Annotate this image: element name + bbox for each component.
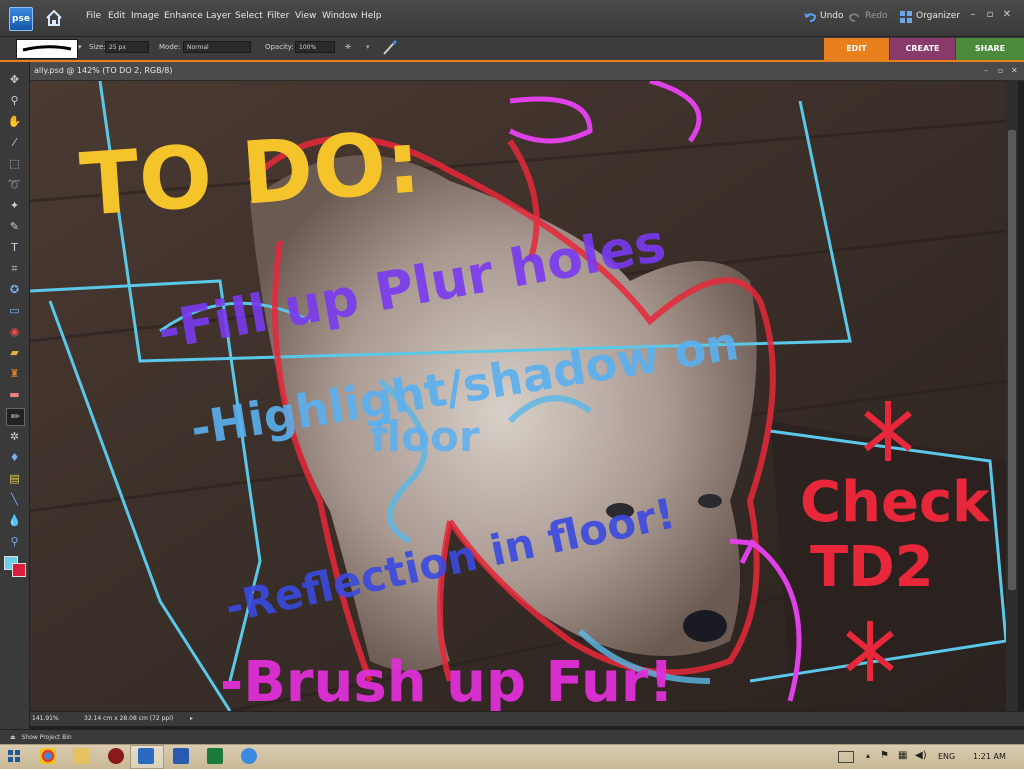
size-label: Size: [89, 43, 106, 51]
doc-minimize-icon[interactable]: – [984, 66, 988, 75]
airbrush-icon[interactable]: ⚹ [345, 41, 351, 52]
word-icon[interactable] [173, 748, 189, 764]
brush-preset-picker[interactable] [16, 39, 78, 59]
menu-file[interactable]: File [86, 11, 101, 21]
dropdown-icon[interactable]: ▾ [366, 43, 370, 51]
crop-tool-icon[interactable]: ⌗ [6, 261, 23, 277]
zoom-tool-icon[interactable]: ⚲ [6, 93, 23, 109]
volume-icon[interactable]: ◀) [915, 750, 927, 761]
photoshop-elements-icon[interactable] [138, 748, 154, 764]
keyboard-icon[interactable] [838, 751, 854, 763]
tray-expand-icon[interactable]: ▴ [866, 751, 870, 760]
project-bin-toggle-icon[interactable]: ⏏ [10, 734, 16, 741]
doc-restore-icon[interactable]: ▫ [998, 66, 1003, 75]
network-icon[interactable]: ▦ [898, 750, 907, 761]
brush-tool-icon[interactable]: ✏ [6, 408, 25, 426]
quick-selection-tool-icon[interactable]: ✎ [6, 219, 23, 235]
start-icon[interactable] [8, 750, 20, 762]
doc-close-icon[interactable]: ✕ [1011, 66, 1018, 75]
eyedropper-tool-icon[interactable]: ⁄ [6, 135, 23, 151]
mode-select[interactable]: Normal [183, 41, 251, 53]
undo-button[interactable]: Undo [820, 11, 844, 21]
clone-stamp-tool-icon[interactable]: ♜ [6, 366, 23, 382]
document-title-bar: ally.psd @ 142% (TO DO 2, RGB/8) [30, 62, 1024, 81]
blur-tool-icon[interactable]: 💧 [6, 513, 23, 529]
chrome-icon[interactable] [40, 748, 56, 764]
tab-share[interactable]: SHARE [956, 38, 1024, 60]
close-icon[interactable]: ✕ [1000, 9, 1014, 20]
canvas-note-line3: floor [370, 412, 480, 461]
redo-button[interactable]: Redo [865, 11, 888, 21]
clock[interactable]: 1:21 AM [973, 752, 1006, 761]
organizer-button[interactable]: Organizer [916, 11, 960, 21]
canvas-note-line5: -Brush up Fur! [220, 650, 674, 711]
red-eye-tool-icon[interactable]: ◉ [6, 324, 23, 340]
eraser-tool-icon[interactable]: ▬ [6, 387, 23, 403]
menu-view[interactable]: View [295, 11, 316, 21]
paint-bucket-tool-icon[interactable]: ♦ [6, 450, 23, 466]
home-icon[interactable] [44, 8, 64, 28]
image-canvas[interactable]: TO DO: -Fill up Plur holes -Highlight/sh… [30, 81, 1006, 711]
smart-brush-tool-icon[interactable]: ✲ [6, 429, 23, 445]
menu-filter[interactable]: Filter [267, 11, 289, 21]
mode-label: Mode: [159, 43, 181, 51]
file-explorer-icon[interactable] [73, 748, 89, 764]
show-project-bin-button[interactable]: Show Project Bin [22, 734, 72, 741]
size-field[interactable]: 25 px [105, 41, 149, 53]
menu-help[interactable]: Help [361, 11, 382, 21]
status-menu-arrow-icon[interactable]: ▸ [190, 712, 193, 726]
document-title: ally.psd @ 142% (TO DO 2, RGB/8) [34, 66, 173, 75]
restore-icon[interactable]: ▫ [983, 9, 997, 20]
gradient-tool-icon[interactable]: ▤ [6, 471, 23, 487]
organizer-icon[interactable] [899, 10, 913, 24]
minimize-icon[interactable]: – [966, 9, 980, 20]
opacity-field[interactable]: 100% [295, 41, 335, 53]
menu-enhance[interactable]: Enhance [164, 11, 203, 21]
brush-dropdown-icon[interactable]: ▾ [78, 43, 82, 51]
project-bin-bar: ⏏ Show Project Bin [0, 729, 1024, 745]
canvas-td2-text: TD2 [810, 535, 934, 600]
cookie-cutter-tool-icon[interactable]: ✪ [6, 282, 23, 298]
marquee-tool-icon[interactable]: ⬚ [6, 156, 23, 172]
canvas-check-text: Check [800, 470, 991, 535]
app-blue-icon[interactable] [241, 748, 257, 764]
status-bar: 141.91% 32.14 cm x 28.08 cm (72 ppi) ▸ [30, 711, 1024, 726]
move-tool-icon[interactable]: ✥ [6, 72, 23, 88]
menu-layer[interactable]: Layer [206, 11, 231, 21]
straighten-tool-icon[interactable]: ▭ [6, 303, 23, 319]
language-indicator[interactable]: ENG [938, 752, 955, 761]
magic-wand-tool-icon[interactable]: ✦ [6, 198, 23, 214]
lasso-tool-icon[interactable]: ➰ [6, 177, 23, 193]
hand-tool-icon[interactable]: ✋ [6, 114, 23, 130]
app-logo[interactable]: pse [9, 7, 33, 31]
app-red-icon[interactable] [108, 748, 124, 764]
healing-brush-tool-icon[interactable]: ▰ [6, 345, 23, 361]
tab-edit[interactable]: EDIT [824, 38, 889, 60]
canvas-artwork: TO DO: -Fill up Plur holes -Highlight/sh… [30, 81, 1006, 711]
menu-edit[interactable]: Edit [108, 11, 125, 21]
sponge-tool-icon[interactable]: ⚲ [6, 534, 23, 550]
menu-image[interactable]: Image [131, 11, 159, 21]
flag-icon[interactable]: ⚑ [880, 750, 889, 761]
tab-create[interactable]: CREATE [890, 38, 955, 60]
tablet-options-icon[interactable] [381, 40, 399, 56]
menu-window[interactable]: Window [322, 11, 358, 21]
background-color-swatch[interactable] [12, 563, 26, 577]
menu-select[interactable]: Select [235, 11, 263, 21]
redo-icon[interactable] [848, 11, 862, 23]
document-dimensions: 32.14 cm x 28.08 cm (72 ppi) [84, 715, 174, 722]
shape-tool-icon[interactable]: ╲ [6, 492, 23, 508]
zoom-level[interactable]: 141.91% [32, 715, 59, 722]
type-tool-icon[interactable]: T [6, 240, 23, 256]
vertical-scrollbar-thumb[interactable] [1008, 130, 1016, 590]
undo-icon[interactable] [803, 11, 817, 23]
opacity-label: Opacity: [265, 43, 294, 51]
excel-icon[interactable] [207, 748, 223, 764]
